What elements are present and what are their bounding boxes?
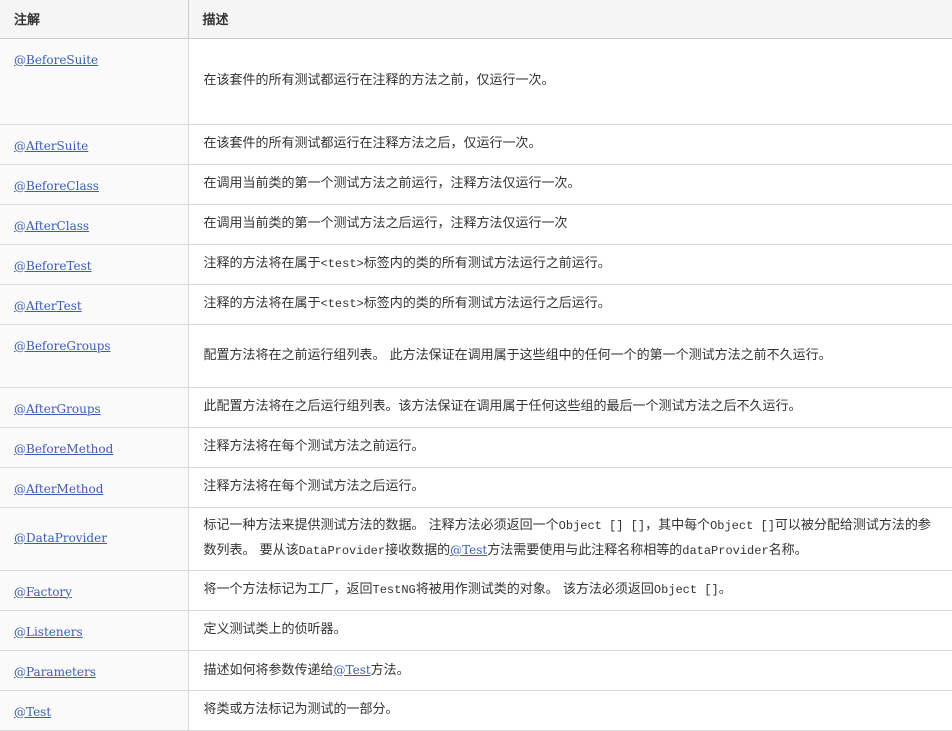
annotation-cell: @DataProvider bbox=[0, 507, 189, 571]
code-text: dataProvider bbox=[682, 544, 769, 558]
description-cell: 标记一种方法来提供测试方法的数据。 注释方法必须返回一个Object [] []… bbox=[188, 507, 952, 571]
annotation-cell: @BeforeClass bbox=[0, 164, 189, 205]
test-annotation-link[interactable]: @Test bbox=[450, 543, 487, 557]
table-row: @BeforeMethod 注释方法将在每个测试方法之前运行。 bbox=[0, 427, 952, 468]
description-text: ，其中每个 bbox=[645, 518, 711, 533]
annotation-link[interactable]: @Parameters bbox=[14, 665, 96, 679]
description-cell: 在该套件的所有测试都运行在注释方法之后，仅运行一次。 bbox=[188, 124, 952, 165]
description-cell: 在该套件的所有测试都运行在注释的方法之前，仅运行一次。 bbox=[188, 38, 952, 125]
annotation-link[interactable]: @BeforeGroups bbox=[14, 339, 111, 353]
annotation-cell: @AfterTest bbox=[0, 284, 189, 325]
annotation-cell: @Listeners bbox=[0, 610, 189, 651]
description-text: 将一个方法标记为工厂，返回 bbox=[203, 582, 373, 597]
description-cell: 描述如何将参数传递给@Test方法。 bbox=[188, 650, 952, 691]
code-text: <test> bbox=[320, 297, 364, 311]
annotation-link[interactable]: @AfterClass bbox=[14, 219, 89, 233]
table-row: @BeforeSuite 在该套件的所有测试都运行在注释的方法之前，仅运行一次。 bbox=[0, 38, 952, 125]
annotation-cell: @Factory bbox=[0, 570, 189, 611]
annotation-cell: @AfterClass bbox=[0, 204, 189, 245]
annotation-link[interactable]: @BeforeSuite bbox=[14, 53, 98, 67]
table-row: @Test 将类或方法标记为测试的一部分。 bbox=[0, 690, 952, 731]
annotation-table-container: 注解 描述 @BeforeSuite 在该套件的所有测试都运行在注释的方法之前，… bbox=[0, 0, 952, 731]
annotation-link[interactable]: @AfterSuite bbox=[14, 139, 88, 153]
description-text: 注释的方法将在属于 bbox=[203, 256, 321, 271]
description-text: 描述如何将参数传递给 bbox=[203, 662, 334, 678]
table-row: @BeforeTest 注释的方法将在属于<test>标签内的类的所有测试方法运… bbox=[0, 244, 952, 285]
annotation-link[interactable]: @BeforeMethod bbox=[14, 442, 113, 456]
annotation-link[interactable]: @Factory bbox=[14, 585, 72, 599]
annotation-cell: @Parameters bbox=[0, 650, 189, 691]
annotation-cell: @AfterMethod bbox=[0, 467, 189, 508]
annotation-table: 注解 描述 @BeforeSuite 在该套件的所有测试都运行在注释的方法之前，… bbox=[0, 0, 952, 731]
description-cell: 注释方法将在每个测试方法之后运行。 bbox=[188, 467, 952, 508]
description-cell: 将类或方法标记为测试的一部分。 bbox=[188, 690, 952, 731]
annotation-link[interactable]: @Test bbox=[14, 705, 51, 719]
description-text: 名称。 bbox=[768, 543, 808, 558]
description-cell: 在调用当前类的第一个测试方法之后运行，注释方法仅运行一次 bbox=[188, 204, 952, 245]
annotation-cell: @BeforeGroups bbox=[0, 324, 189, 388]
code-text: TestNG bbox=[372, 583, 416, 597]
description-cell: 在调用当前类的第一个测试方法之前运行，注释方法仅运行一次。 bbox=[188, 164, 952, 205]
annotation-link[interactable]: @Listeners bbox=[14, 625, 83, 639]
description-cell: 注释的方法将在属于<test>标签内的类的所有测试方法运行之后运行。 bbox=[188, 284, 952, 325]
description-text: 将被用作测试类的对象。 该方法必须返回 bbox=[415, 582, 654, 597]
description-text: 方法需要使用与此注释名称相等的 bbox=[487, 543, 683, 558]
annotation-cell: @BeforeMethod bbox=[0, 427, 189, 468]
description-text: 注释的方法将在属于 bbox=[203, 296, 321, 311]
table-row: @AfterClass 在调用当前类的第一个测试方法之后运行，注释方法仅运行一次 bbox=[0, 204, 952, 245]
table-row: @Parameters 描述如何将参数传递给@Test方法。 bbox=[0, 650, 952, 691]
table-row: @DataProvider 标记一种方法来提供测试方法的数据。 注释方法必须返回… bbox=[0, 507, 952, 571]
description-cell: 此配置方法将在之后运行组列表。该方法保证在调用属于任何这些组的最后一个测试方法之… bbox=[188, 387, 952, 428]
code-text: DataProvider bbox=[298, 544, 386, 558]
table-row: @AfterSuite 在该套件的所有测试都运行在注释方法之后，仅运行一次。 bbox=[0, 124, 952, 165]
table-row: @AfterGroups 此配置方法将在之后运行组列表。该方法保证在调用属于任何… bbox=[0, 387, 952, 428]
description-text: 标签内的类的所有测试方法运行之后运行。 bbox=[363, 296, 611, 311]
description-cell: 定义测试类上的侦听器。 bbox=[188, 610, 952, 651]
description-cell: 配置方法将在之前运行组列表。 此方法保证在调用属于这些组中的任何一个的第一个测试… bbox=[188, 324, 952, 388]
annotation-link[interactable]: @BeforeClass bbox=[14, 179, 99, 193]
table-header-row: 注解 描述 bbox=[0, 0, 952, 39]
table-row: @Listeners 定义测试类上的侦听器。 bbox=[0, 610, 952, 651]
description-cell: 将一个方法标记为工厂，返回TestNG将被用作测试类的对象。 该方法必须返回Ob… bbox=[188, 570, 952, 611]
annotation-link[interactable]: @BeforeTest bbox=[14, 259, 92, 273]
table-row: @BeforeGroups 配置方法将在之前运行组列表。 此方法保证在调用属于这… bbox=[0, 324, 952, 388]
annotation-cell: @AfterGroups bbox=[0, 387, 189, 428]
description-cell: 注释方法将在每个测试方法之前运行。 bbox=[188, 427, 952, 468]
code-text: Object [] bbox=[653, 583, 719, 597]
annotation-link[interactable]: @AfterGroups bbox=[14, 402, 101, 416]
description-text: 标签内的类的所有测试方法运行之前运行。 bbox=[363, 256, 611, 271]
description-text: 标记一种方法来提供测试方法的数据。 注释方法必须返回一个 bbox=[203, 518, 559, 533]
annotation-cell: @AfterSuite bbox=[0, 124, 189, 165]
annotation-cell: @Test bbox=[0, 690, 189, 731]
table-row: @AfterTest 注释的方法将在属于<test>标签内的类的所有测试方法运行… bbox=[0, 284, 952, 325]
table-row: @Factory 将一个方法标记为工厂，返回TestNG将被用作测试类的对象。 … bbox=[0, 570, 952, 611]
annotation-link[interactable]: @DataProvider bbox=[14, 531, 107, 545]
description-text: 接收数据的 bbox=[385, 543, 451, 558]
annotation-cell: @BeforeTest bbox=[0, 244, 189, 285]
header-annotation: 注解 bbox=[0, 0, 189, 39]
table-row: @BeforeClass 在调用当前类的第一个测试方法之前运行，注释方法仅运行一… bbox=[0, 164, 952, 205]
description-cell: 注释的方法将在属于<test>标签内的类的所有测试方法运行之前运行。 bbox=[188, 244, 952, 285]
code-text: <test> bbox=[320, 257, 364, 271]
description-text: 方法。 bbox=[370, 662, 410, 678]
table-row: @AfterMethod 注释方法将在每个测试方法之后运行。 bbox=[0, 467, 952, 508]
annotation-link[interactable]: @AfterTest bbox=[14, 299, 82, 313]
header-description: 描述 bbox=[188, 0, 952, 39]
code-text: Object [] [] bbox=[558, 519, 646, 533]
code-text: Object [] bbox=[710, 519, 775, 533]
annotation-cell: @BeforeSuite bbox=[0, 38, 189, 125]
test-annotation-link[interactable]: @Test bbox=[334, 663, 371, 677]
description-text: 。 bbox=[718, 582, 732, 597]
annotation-link[interactable]: @AfterMethod bbox=[14, 482, 103, 496]
